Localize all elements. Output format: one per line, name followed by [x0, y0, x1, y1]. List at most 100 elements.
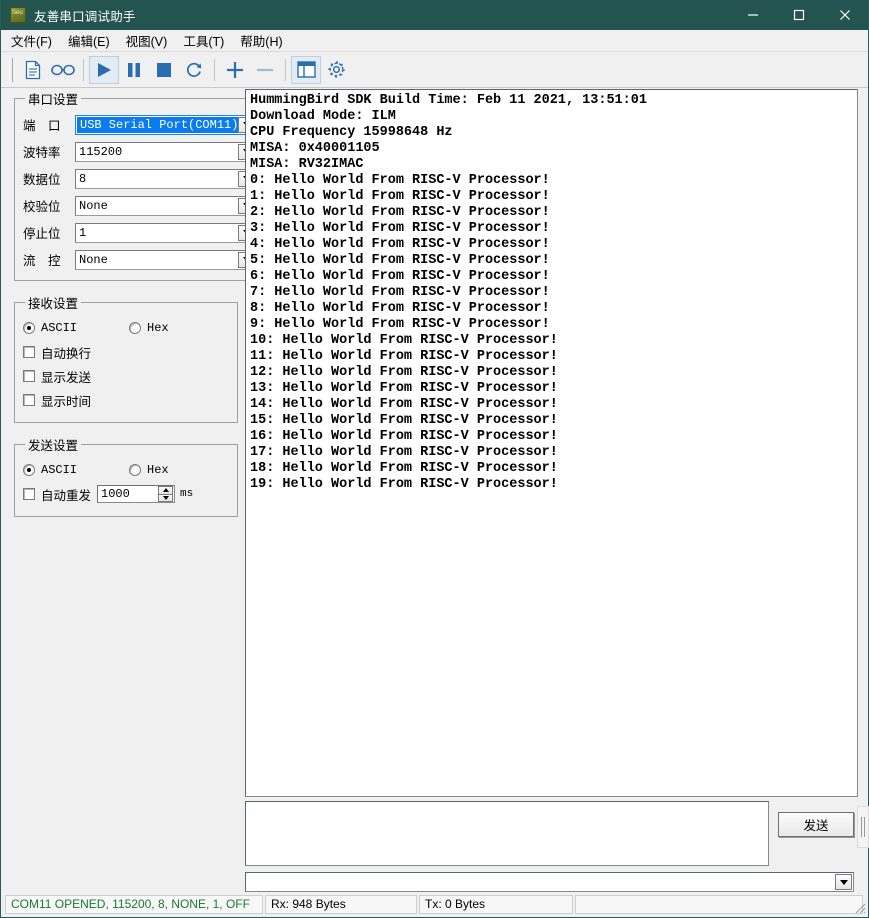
stop-button[interactable]: [149, 56, 179, 84]
show-send-label: 显示发送: [41, 370, 92, 385]
auto-resend-label: 自动重发: [41, 488, 92, 503]
show-time-checkbox[interactable]: [23, 394, 35, 406]
application-window: 友善串口调试助手 文件(F) 编辑(E) 视图(V) 工具(T) 帮助(H): [0, 0, 869, 918]
new-document-icon: [24, 60, 42, 80]
stopbits-combo[interactable]: 1: [75, 222, 259, 243]
stepper-down-button[interactable]: [158, 493, 174, 502]
caret-up-icon: [162, 488, 169, 493]
menu-item-help[interactable]: 帮助(H): [240, 29, 291, 52]
menu-bar: 文件(F) 编辑(E) 视图(V) 工具(T) 帮助(H): [1, 30, 868, 52]
new-document-button[interactable]: [18, 56, 48, 84]
resend-interval-stepper[interactable]: 1000: [97, 485, 176, 503]
send-ascii-radio[interactable]: [23, 464, 35, 476]
terminal-line: 1: Hello World From RISC-V Processor!: [250, 189, 550, 204]
resize-grip-icon[interactable]: [852, 900, 866, 914]
send-input[interactable]: [245, 801, 769, 866]
show-send-row: 显示发送: [23, 366, 229, 386]
settings-column: 串口设置 端 口 USB Serial Port(COM11) 波特率 1152…: [14, 89, 268, 529]
refresh-button[interactable]: [179, 56, 209, 84]
baudrate-combo[interactable]: 115200: [75, 141, 259, 162]
toggle-panel-button[interactable]: [291, 55, 321, 84]
caret-down-icon: [162, 495, 169, 500]
parity-value: None: [79, 198, 108, 213]
glasses-button[interactable]: [48, 56, 78, 84]
terminal-line: 11: Hello World From RISC-V Processor!: [250, 349, 558, 364]
maximize-button[interactable]: [776, 0, 822, 30]
stopbits-row: 停止位 1: [23, 222, 259, 243]
menu-item-view[interactable]: 视图(V): [126, 29, 177, 52]
receive-ascii-radio[interactable]: [23, 322, 35, 334]
zoom-in-button[interactable]: [220, 56, 250, 84]
terminal-line: 14: Hello World From RISC-V Processor!: [250, 397, 558, 412]
terminal-line: 18: Hello World From RISC-V Processor!: [250, 461, 558, 476]
send-settings-group: 发送设置 ASCII Hex 自动重发 1000 ms: [14, 435, 238, 517]
menu-item-file[interactable]: 文件(F): [11, 29, 61, 52]
terminal-output[interactable]: HummingBird SDK Build Time: Feb 11 2021,…: [245, 89, 858, 797]
toolbar-separator: [214, 58, 215, 81]
terminal-line: MISA: 0x40001105: [250, 141, 380, 156]
auto-resend-checkbox[interactable]: [23, 488, 35, 500]
terminal-line: 2: Hello World From RISC-V Processor!: [250, 205, 550, 220]
chevron-down-icon: [839, 879, 848, 885]
toolbar-grip[interactable]: [9, 57, 13, 82]
terminal-line: 0: Hello World From RISC-V Processor!: [250, 173, 550, 188]
flowcontrol-value: None: [79, 252, 108, 267]
receive-format-row: ASCII Hex: [23, 318, 229, 338]
command-history-combo[interactable]: [245, 872, 854, 892]
terminal-line: 15: Hello World From RISC-V Processor!: [250, 413, 558, 428]
terminal-line: 8: Hello World From RISC-V Processor!: [250, 301, 550, 316]
status-rx: Rx: 948 Bytes: [265, 894, 417, 914]
databits-row: 数据位 8: [23, 168, 259, 189]
flowcontrol-combo[interactable]: None: [75, 249, 259, 270]
send-button[interactable]: 发送: [778, 812, 854, 837]
command-history-arrow[interactable]: [835, 874, 852, 890]
terminal-line: 7: Hello World From RISC-V Processor!: [250, 285, 550, 300]
stop-icon: [156, 62, 172, 78]
pause-button[interactable]: [119, 56, 149, 84]
baudrate-label: 波特率: [23, 146, 61, 160]
grip-line: [861, 817, 862, 837]
pause-icon: [126, 61, 142, 79]
terminal-line: 6: Hello World From RISC-V Processor!: [250, 269, 550, 284]
start-button[interactable]: [89, 55, 119, 84]
receive-hex-radio[interactable]: [129, 322, 142, 334]
databits-value: 8: [79, 171, 87, 186]
splitter-grip[interactable]: [857, 806, 869, 848]
flowcontrol-label: 流 控: [23, 254, 61, 268]
grip-line: [864, 817, 865, 837]
receive-settings-legend: 接收设置: [28, 297, 79, 311]
receive-hex-label: Hex: [147, 321, 169, 335]
send-hex-radio[interactable]: [129, 464, 142, 476]
menu-item-edit[interactable]: 编辑(E): [68, 29, 119, 52]
terminal-line: 17: Hello World From RISC-V Processor!: [250, 445, 558, 460]
auto-wrap-checkbox[interactable]: [23, 346, 35, 358]
show-send-checkbox[interactable]: [23, 370, 35, 382]
databits-combo[interactable]: 8: [75, 168, 259, 189]
terminal-line: Download Mode: ILM: [250, 109, 396, 124]
port-label: 端 口: [23, 119, 61, 133]
auto-wrap-row: 自动换行: [23, 342, 229, 362]
terminal-line: 5: Hello World From RISC-V Processor!: [250, 253, 550, 268]
stepper-up-button[interactable]: [158, 486, 174, 494]
stepper-buttons[interactable]: [158, 486, 174, 502]
port-combo[interactable]: USB Serial Port(COM11): [75, 114, 259, 135]
terminal-line: CPU Frequency 15998648 Hz: [250, 125, 453, 140]
terminal-line: 19: Hello World From RISC-V Processor!: [250, 477, 558, 492]
play-icon: [95, 61, 113, 79]
minimize-button[interactable]: [730, 0, 776, 30]
close-button[interactable]: [822, 0, 868, 30]
parity-combo[interactable]: None: [75, 195, 259, 216]
terminal-line: 13: Hello World From RISC-V Processor!: [250, 381, 558, 396]
port-row: 端 口 USB Serial Port(COM11): [23, 114, 259, 135]
menu-item-tools[interactable]: 工具(T): [183, 29, 233, 52]
panel-layout-icon: [296, 61, 316, 78]
serial-settings-legend: 串口设置: [28, 93, 79, 107]
window-controls: [730, 0, 868, 30]
resend-interval-unit: ms: [180, 488, 194, 500]
show-time-row: 显示时间: [23, 390, 229, 410]
settings-button[interactable]: [321, 56, 351, 84]
app-icon: [10, 7, 26, 23]
zoom-out-button[interactable]: [250, 56, 280, 84]
terminal-line: MISA: RV32IMAC: [250, 157, 364, 172]
refresh-icon: [185, 61, 203, 79]
